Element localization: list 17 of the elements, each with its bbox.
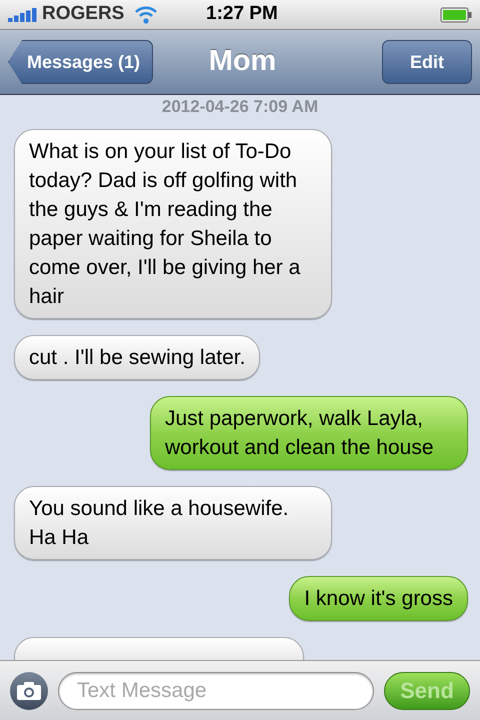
camera-icon (17, 682, 41, 700)
clock-time: 1:27 PM (206, 2, 278, 26)
message-bubble: Just paperwork, walk Layla, workout and clean the house (150, 396, 468, 470)
timestamp: 2012-04-26 7:09 AM (160, 97, 320, 117)
carrier-name: ROGERS (42, 2, 124, 26)
camera-button[interactable] (10, 672, 48, 710)
back-button[interactable]: Messages (1) (8, 40, 154, 84)
wifi-icon (134, 6, 158, 24)
message-bubble: What is on your list of To-Do today? Dad is off golfing with the guys & I'm reading the paper waiting for Sheila to come over, I'll be giving her a hair (14, 129, 332, 319)
message-bubble: I know it's gross (289, 576, 468, 621)
edit-button[interactable]: Edit (382, 40, 472, 84)
message-field[interactable]: Text Message (58, 672, 374, 710)
message-bubble: cut . I'll be sewing later. (14, 335, 260, 380)
message-bubble: You sound like a housewife. Ha Ha (14, 486, 332, 560)
signal-icon (8, 8, 38, 22)
conversation-title: Mom (208, 44, 278, 80)
battery-icon (440, 6, 472, 22)
